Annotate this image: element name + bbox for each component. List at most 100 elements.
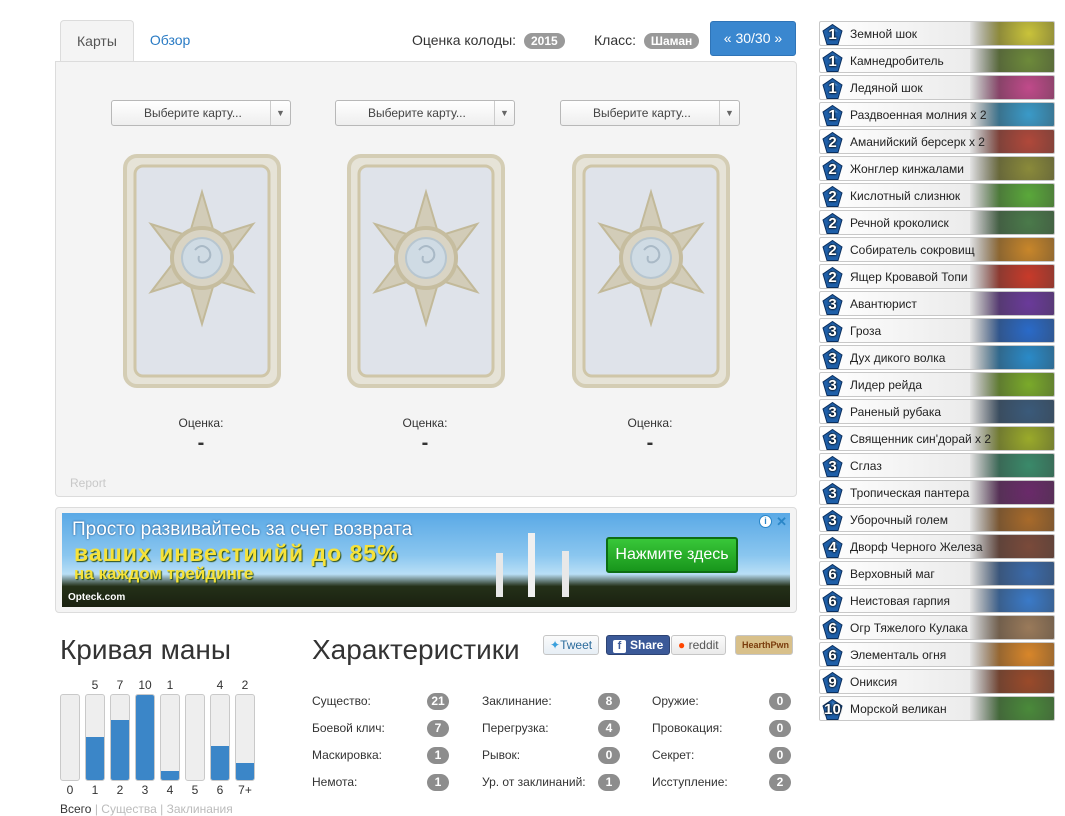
tab-bar: Карты Обзор (60, 20, 206, 62)
deck-card-row[interactable]: 3 Лидер рейда (819, 372, 1055, 397)
deck-card-row[interactable]: 3 Сглаз (819, 453, 1055, 478)
ad-subline: на каждом трейдинге (74, 564, 254, 583)
deck-card-row[interactable]: 6 Элементаль огня (819, 642, 1055, 667)
filter-separator: | (160, 802, 164, 816)
stat-count-badge: 1 (427, 774, 449, 791)
card-name: Тропическая пантера (850, 486, 970, 500)
deck-card-row[interactable]: 10 Морской великан (819, 696, 1055, 721)
card-name: Гроза (850, 324, 882, 338)
mana-bar-label: 7+ (238, 783, 252, 797)
card-art-image (970, 373, 1054, 396)
ad-info-icon[interactable]: i (759, 515, 772, 528)
card-name: Морской великан (850, 702, 947, 716)
card-art-image (970, 454, 1054, 477)
deck-card-row[interactable]: 6 Верховный маг (819, 561, 1055, 586)
ad-cta-button[interactable]: Нажмите здесь (606, 537, 738, 573)
card-select[interactable]: Выберите карту... ▼ (111, 100, 291, 126)
card-name: Верховный маг (850, 567, 935, 581)
deck-card-row[interactable]: 6 Неистовая гарпия (819, 588, 1055, 613)
dropdown-arrow-icon: ▼ (494, 101, 514, 125)
stat-label: Перегрузка: (482, 721, 549, 735)
mana-bar-track (60, 694, 80, 781)
stat-count-badge: 0 (769, 693, 791, 710)
filter-spells[interactable]: Заклинания (167, 802, 233, 816)
card-slot-3: Выберите карту... ▼ Оценка: - (560, 100, 740, 454)
card-slot-1: Выберите карту... ▼ Оценка: - (111, 100, 291, 454)
mana-bar-track (85, 694, 105, 781)
stat-count-badge: 7 (427, 720, 449, 737)
deck-card-row[interactable]: 3 Уборочный голем (819, 507, 1055, 532)
card-art-image (970, 157, 1054, 180)
card-cost: 2 (828, 269, 837, 286)
card-cost: 2 (828, 134, 837, 151)
card-back-image (123, 154, 281, 388)
card-count-button[interactable]: « 30/30 » (710, 21, 796, 56)
stat-label: Заклинание: (482, 694, 552, 708)
stat-label: Исступление: (652, 775, 728, 789)
dropdown-arrow-icon: ▼ (719, 101, 739, 125)
card-name: Ледяной шок (850, 81, 923, 95)
card-cost: 9 (828, 674, 837, 691)
card-cost: 3 (828, 512, 837, 529)
deck-rating-label: Оценка колоды: (412, 32, 517, 48)
card-name: Священник син'дорай х 2 (850, 432, 992, 446)
card-cost: 1 (828, 53, 837, 70)
deck-card-row[interactable]: 2 Ящер Кровавой Топи (819, 264, 1055, 289)
report-link[interactable]: Report (70, 476, 106, 490)
deck-card-row[interactable]: 2 Кислотный слизнюк (819, 183, 1055, 208)
deck-card-row[interactable]: 1 Раздвоенная молния х 2 (819, 102, 1055, 127)
stat-label: Боевой клич: (312, 721, 385, 735)
facebook-share-button[interactable]: f Share (606, 635, 671, 655)
mana-bar-fill (161, 771, 179, 780)
deck-card-row[interactable]: 9 Ониксия (819, 669, 1055, 694)
deck-card-row[interactable]: 1 Ледяной шок (819, 75, 1055, 100)
deck-card-row[interactable]: 3 Тропическая пантера (819, 480, 1055, 505)
card-name: Элементаль огня (850, 648, 947, 662)
stat-count-badge: 1 (427, 747, 449, 764)
tab-cards[interactable]: Карты (60, 20, 134, 62)
deck-card-row[interactable]: 2 Жонглер кинжалами (819, 156, 1055, 181)
card-art-image (970, 184, 1054, 207)
card-art-image (970, 22, 1054, 45)
tab-overview[interactable]: Обзор (134, 20, 206, 62)
ad-creative[interactable]: Просто развивайтесь за счет возврата ваш… (62, 513, 790, 607)
filter-creatures[interactable]: Существа (101, 802, 157, 816)
card-picker-panel: Выберите карту... ▼ Оценка: - Выберите ка… (55, 61, 797, 497)
mana-bar-fill (211, 746, 229, 780)
deck-card-row[interactable]: 2 Собиратель сокровищ (819, 237, 1055, 262)
card-art-image (970, 76, 1054, 99)
deck-card-row[interactable]: 1 Камнедробитель (819, 48, 1055, 73)
card-cost: 3 (828, 350, 837, 367)
ad-decoration (496, 533, 569, 597)
stat-count-badge: 0 (598, 747, 620, 764)
mana-bar-track (135, 694, 155, 781)
facebook-icon: f (613, 640, 626, 653)
deck-card-row[interactable]: 2 Речной кроколиск (819, 210, 1055, 235)
card-select[interactable]: Выберите карту... ▼ (560, 100, 740, 126)
filter-all[interactable]: Всего (60, 802, 91, 816)
card-select[interactable]: Выберите карту... ▼ (335, 100, 515, 126)
reddit-button[interactable]: ● reddit (671, 635, 726, 655)
deck-card-row[interactable]: 1 Земной шок (819, 21, 1055, 46)
card-art-image (970, 400, 1054, 423)
deck-card-row[interactable]: 2 Аманийский берсерк х 2 (819, 129, 1055, 154)
card-art-image (970, 589, 1054, 612)
ad-banner: Просто развивайтесь за счет возврата ваш… (55, 507, 797, 613)
hearthpwn-button[interactable]: HearthPwn (735, 635, 793, 655)
deck-card-row[interactable]: 3 Раненый рубака (819, 399, 1055, 424)
card-name: Камнедробитель (850, 54, 944, 68)
deck-card-row[interactable]: 3 Священник син'дорай х 2 (819, 426, 1055, 451)
ad-close-icon[interactable]: ✕ (776, 514, 787, 530)
tweet-button[interactable]: ✦Tweet (543, 635, 600, 655)
deck-card-row[interactable]: 3 Гроза (819, 318, 1055, 343)
mana-bar-fill (136, 695, 154, 780)
deck-card-row[interactable]: 3 Авантюрист (819, 291, 1055, 316)
deck-card-row[interactable]: 3 Дух дикого волка (819, 345, 1055, 370)
deck-card-row[interactable]: 4 Дворф Черного Железа (819, 534, 1055, 559)
card-name: Ящер Кровавой Топи (850, 270, 968, 284)
card-name: Раненый рубака (850, 405, 942, 419)
card-cost: 6 (828, 620, 837, 637)
card-slot-2: Выберите карту... ▼ Оценка: - (335, 100, 515, 454)
deck-card-row[interactable]: 6 Огр Тяжелого Кулака (819, 615, 1055, 640)
stat-label: Секрет: (652, 748, 695, 762)
